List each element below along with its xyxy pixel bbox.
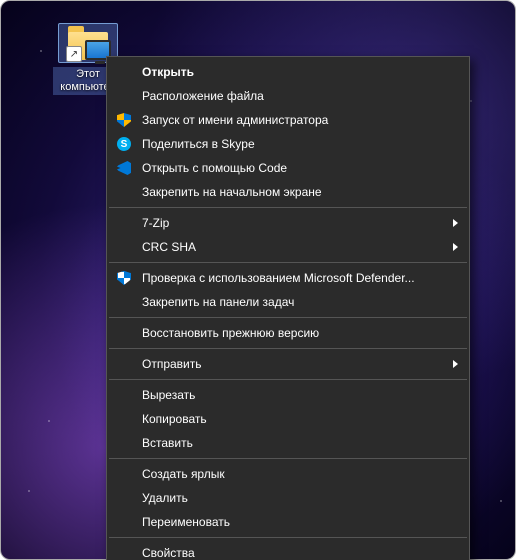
menu-item-open[interactable]: Открыть	[108, 60, 468, 84]
menu-separator	[109, 379, 467, 380]
chevron-right-icon	[453, 243, 458, 251]
menu-item-label: Поделиться в Skype	[142, 137, 255, 151]
defender-icon	[116, 270, 132, 286]
menu-item-properties[interactable]: Свойства	[108, 541, 468, 560]
shortcut-overlay-icon: ↗	[66, 46, 82, 62]
menu-item-rename[interactable]: Переименовать	[108, 510, 468, 534]
menu-item-label: Отправить	[142, 357, 202, 371]
menu-item-label: Закрепить на начальном экране	[142, 185, 322, 199]
chevron-right-icon	[453, 360, 458, 368]
context-menu: Открыть Расположение файла Запуск от имени…	[106, 56, 470, 560]
menu-separator	[109, 458, 467, 459]
menu-item-delete[interactable]: Удалить	[108, 486, 468, 510]
shield-icon	[116, 112, 132, 128]
menu-item-label: 7-Zip	[142, 216, 169, 230]
menu-item-label: Запуск от имени администратора	[142, 113, 328, 127]
menu-item-file-location[interactable]: Расположение файла	[108, 84, 468, 108]
menu-item-label: Переименовать	[142, 515, 230, 529]
menu-item-share-skype[interactable]: S Поделиться в Skype	[108, 132, 468, 156]
menu-item-seven-zip[interactable]: 7-Zip	[108, 211, 468, 235]
menu-item-label: Свойства	[142, 546, 195, 560]
menu-item-pin-taskbar[interactable]: Закрепить на панели задач	[108, 290, 468, 314]
menu-item-pin-start[interactable]: Закрепить на начальном экране	[108, 180, 468, 204]
chevron-right-icon	[453, 219, 458, 227]
menu-item-defender-scan[interactable]: Проверка с использованием Microsoft Defe…	[108, 266, 468, 290]
menu-item-restore-previous[interactable]: Восстановить прежнюю версию	[108, 321, 468, 345]
menu-item-label: Открыть	[142, 65, 194, 79]
menu-separator	[109, 207, 467, 208]
menu-item-label: Проверка с использованием Microsoft Defe…	[142, 271, 415, 285]
menu-item-label: Удалить	[142, 491, 188, 505]
menu-item-send-to[interactable]: Отправить	[108, 352, 468, 376]
menu-item-label: CRC SHA	[142, 240, 196, 254]
menu-item-label: Вырезать	[142, 388, 195, 402]
menu-separator	[109, 348, 467, 349]
menu-item-label: Закрепить на панели задач	[142, 295, 294, 309]
menu-item-open-with-code[interactable]: Открыть с помощью Code	[108, 156, 468, 180]
menu-item-label: Расположение файла	[142, 89, 264, 103]
menu-item-create-shortcut[interactable]: Создать ярлык	[108, 462, 468, 486]
menu-separator	[109, 537, 467, 538]
menu-item-copy[interactable]: Копировать	[108, 407, 468, 431]
menu-item-label: Вставить	[142, 436, 193, 450]
skype-icon: S	[116, 136, 132, 152]
menu-item-run-as-admin[interactable]: Запуск от имени администратора	[108, 108, 468, 132]
menu-item-label: Восстановить прежнюю версию	[142, 326, 319, 340]
menu-item-label: Копировать	[142, 412, 207, 426]
this-pc-icon: ↗	[68, 26, 108, 60]
desktop-background: ↗ Этот компьютер ОткрытьРасположение фай…	[0, 0, 516, 560]
menu-item-label: Создать ярлык	[142, 467, 225, 481]
menu-item-cut[interactable]: Вырезать	[108, 383, 468, 407]
menu-item-crc-sha[interactable]: CRC SHA	[108, 235, 468, 259]
vscode-icon	[116, 160, 132, 176]
menu-separator	[109, 317, 467, 318]
menu-separator	[109, 262, 467, 263]
menu-item-label: Открыть с помощью Code	[142, 161, 287, 175]
menu-item-paste[interactable]: Вставить	[108, 431, 468, 455]
